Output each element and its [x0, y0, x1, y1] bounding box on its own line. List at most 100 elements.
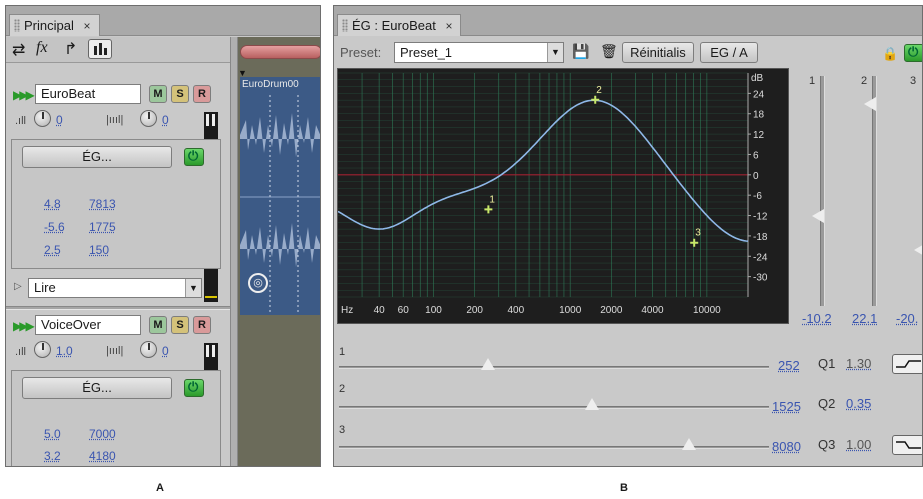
band-point[interactable] [484, 205, 493, 214]
gain-slider-thumb[interactable] [914, 243, 922, 258]
gain-value[interactable]: -10.2 [802, 311, 832, 326]
volume-value[interactable]: 1.0 [56, 344, 73, 358]
volume-knob[interactable] [34, 341, 51, 358]
tab-principal[interactable]: Principal × [9, 14, 100, 36]
splitter[interactable] [230, 37, 238, 466]
band-point[interactable] [591, 95, 600, 104]
freq-slider-band-3[interactable] [339, 446, 769, 449]
meters-icon[interactable] [88, 39, 112, 59]
eq-a-button[interactable]: EG / A [700, 42, 758, 63]
band-type-icon[interactable] [892, 435, 922, 455]
eq-graph[interactable]: dB 24 18 12 6 0 -6 -12 -18 -24 -30 Hz 40 60 100 200 400 1… [337, 68, 789, 324]
effect-eq-button[interactable]: ÉG... [22, 146, 172, 168]
eq-value[interactable]: 4180 [89, 449, 116, 463]
power-icon[interactable] [904, 44, 922, 62]
freq-slider-band-1[interactable] [339, 366, 769, 369]
close-icon[interactable]: × [445, 19, 452, 33]
reset-button[interactable]: Réinitialis [622, 42, 694, 63]
q-label: Q3 [818, 437, 836, 452]
eq-value[interactable]: 5.0 [44, 427, 61, 441]
track-name-field[interactable]: EuroBeat [35, 84, 141, 104]
gain-slider-thumb[interactable] [864, 96, 876, 111]
tab-label: Principal [24, 18, 74, 33]
q-value[interactable]: 0.35 [846, 396, 871, 411]
freq-value[interactable]: 8080 [772, 439, 801, 454]
eq-panel: ÉG : EuroBeat × Preset: Preset_1 ▼ 💾 🗑 R… [333, 5, 923, 467]
link-icon[interactable]: 🔒 [882, 46, 898, 62]
eq-value[interactable]: 1775 [89, 220, 116, 234]
band-point[interactable] [690, 238, 699, 247]
track-arrows-icon[interactable]: ▶▶▶ [13, 319, 35, 333]
mute-button[interactable]: M [149, 85, 167, 103]
y-tick-label: -12 [753, 212, 768, 223]
x-tick-label: 400 [507, 305, 524, 316]
pan-icon: |ıııl| [106, 114, 124, 126]
track-name-field[interactable]: VoiceOver [35, 315, 141, 335]
q-label: Q1 [818, 356, 836, 371]
eq-value[interactable]: -5.6 [44, 220, 65, 234]
freq-slider-thumb[interactable] [481, 358, 495, 370]
tab-eq-eurobeat[interactable]: ÉG : EuroBeat × [337, 14, 462, 36]
record-button[interactable]: R [193, 85, 211, 103]
band-type-icon[interactable] [892, 354, 922, 374]
freq-value[interactable]: 252 [778, 358, 800, 373]
q-value[interactable]: 1.00 [846, 437, 871, 452]
y-tick-label: -18 [753, 232, 768, 243]
freq-slider-band-2[interactable] [339, 406, 769, 409]
power-icon[interactable] [184, 379, 204, 397]
freq-slider-thumb[interactable] [585, 398, 599, 410]
eq-value[interactable]: 7813 [89, 197, 116, 211]
routing-icon[interactable]: ↱ [64, 39, 77, 59]
q-value[interactable]: 1.30 [846, 356, 871, 371]
y-tick-label: 0 [753, 171, 759, 182]
gain-value[interactable]: -20. [896, 311, 918, 326]
audio-clip[interactable]: EuroDrum00 ◎ [240, 77, 320, 315]
automation-mode-select[interactable]: Lire ▼ [28, 278, 202, 298]
gain-slider-thumb[interactable] [812, 209, 824, 224]
freq-slider-thumb[interactable] [682, 438, 696, 450]
y-unit-label: dB [751, 73, 764, 84]
volume-knob[interactable] [34, 110, 51, 127]
delete-preset-icon[interactable]: 🗑 [600, 43, 618, 60]
chevron-down-icon[interactable]: ▼ [547, 43, 563, 62]
save-preset-icon[interactable]: 💾 [572, 43, 589, 60]
timeline-scrollbar[interactable] [240, 45, 320, 59]
solo-button[interactable]: S [171, 316, 189, 334]
preset-select[interactable]: Preset_1 ▼ [394, 42, 564, 63]
swap-icon[interactable]: ⇄ [12, 40, 25, 60]
freq-value[interactable]: 1525 [772, 399, 801, 414]
effect-rack: ÉG... 5.0 7000 3.2 4180 [11, 370, 221, 466]
pan-value[interactable]: 0 [162, 113, 169, 127]
solo-button[interactable]: S [171, 85, 189, 103]
pan-knob[interactable] [140, 110, 157, 127]
gain-slider-band-1[interactable] [820, 76, 825, 306]
mixer-toolbar: ⇄ fx ↱ [6, 37, 238, 63]
volume-icon: .ıll [15, 115, 26, 127]
eq-value[interactable]: 150 [89, 243, 109, 257]
effect-eq-button[interactable]: ÉG... [22, 377, 172, 399]
grip-icon[interactable] [342, 19, 348, 32]
mute-button[interactable]: M [149, 316, 167, 334]
automation-mode-value: Lire [34, 280, 56, 295]
gain-value[interactable]: 22.1 [852, 311, 877, 326]
band-column-label: 2 [861, 75, 868, 87]
band-point-label: 1 [489, 194, 495, 205]
eq-value[interactable]: 3.2 [44, 449, 61, 463]
pan-knob[interactable] [140, 341, 157, 358]
expand-arrow-icon[interactable]: ▷ [14, 281, 22, 292]
close-icon[interactable]: × [83, 19, 90, 33]
fx-icon[interactable]: fx [36, 39, 48, 57]
eq-value[interactable]: 7000 [89, 427, 116, 441]
volume-value[interactable]: 0 [56, 113, 63, 127]
grip-icon[interactable] [14, 19, 20, 32]
record-button[interactable]: R [193, 316, 211, 334]
pan-value[interactable]: 0 [162, 344, 169, 358]
eq-curve-svg[interactable]: dB24181260-6-12-18-24-30Hz 40 60 100 200 400 1… [337, 69, 790, 325]
tab-label: ÉG : EuroBeat [352, 18, 436, 33]
track-arrows-icon[interactable]: ▶▶▶ [13, 88, 35, 102]
chevron-down-icon[interactable]: ▼ [185, 279, 201, 297]
power-icon[interactable] [184, 148, 204, 166]
eq-value[interactable]: 2.5 [44, 243, 61, 257]
eq-value[interactable]: 4.8 [44, 197, 61, 211]
loop-icon[interactable]: ◎ [248, 273, 268, 293]
